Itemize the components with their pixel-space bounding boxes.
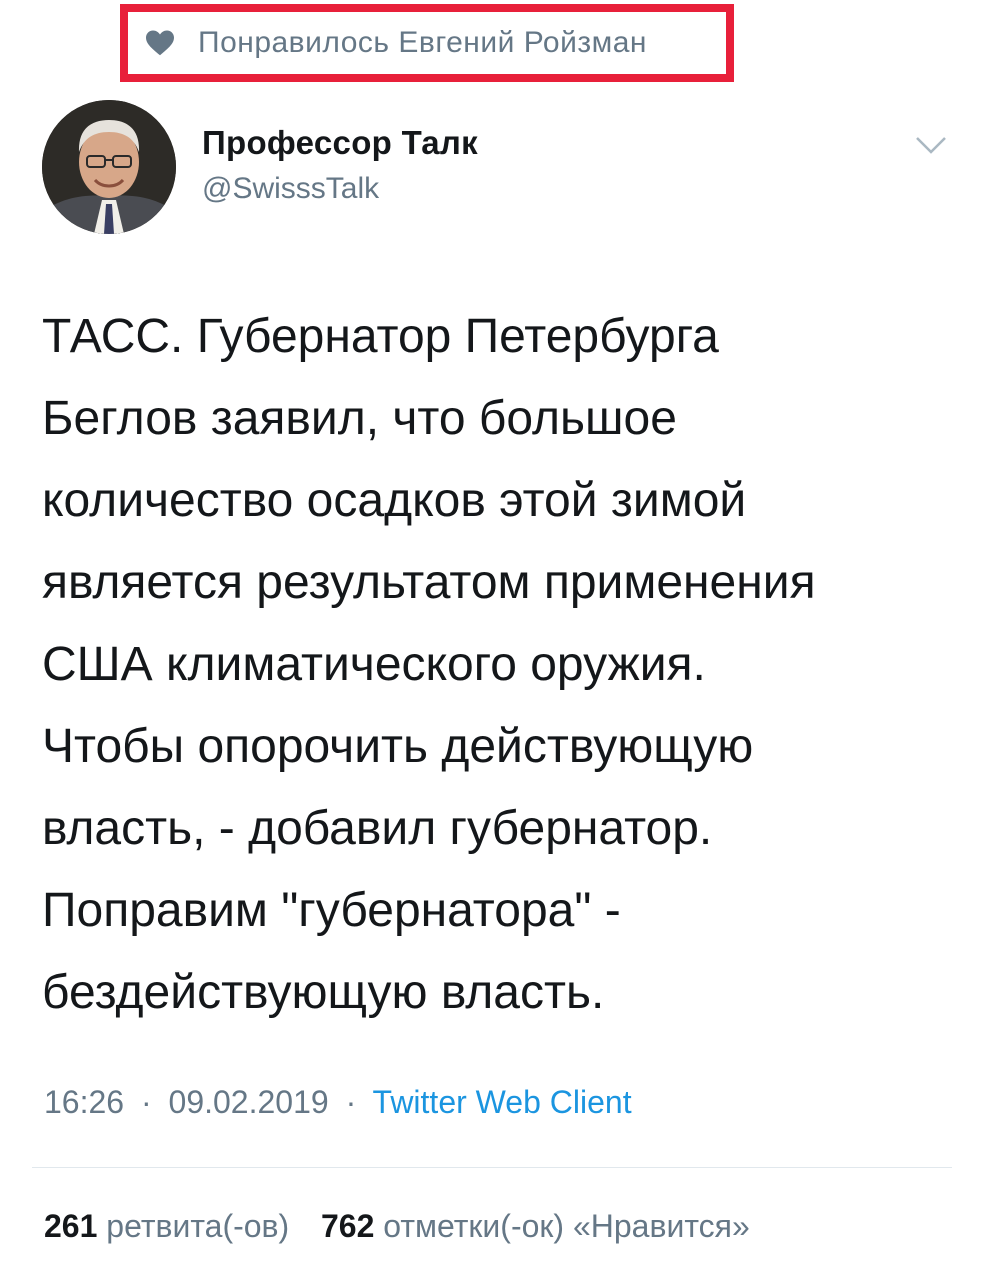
tweet-text: ТАСС. Губернатор Петербурга Беглов заяви… (42, 310, 816, 1019)
liked-by-banner[interactable]: Понравилось Евгений Ройзман (120, 4, 734, 82)
author-handle[interactable]: @SwisssTalk (202, 172, 379, 206)
tweet-stats: 261 ретвита(-ов) 762 отметки(-ок) «Нрави… (44, 1208, 750, 1245)
client-link[interactable]: Twitter Web Client (373, 1084, 632, 1120)
meta-separator: · (140, 1084, 152, 1120)
tweet-date: 09.02.2019 (168, 1084, 329, 1120)
retweets-count: 261 (44, 1208, 98, 1244)
retweets-stat[interactable]: 261 ретвита(-ов) (44, 1208, 298, 1244)
heart-icon (144, 27, 176, 59)
chevron-down-icon[interactable] (914, 134, 948, 156)
author-name[interactable]: Профессор Талк (202, 124, 478, 162)
retweets-label: ретвита(-ов) (106, 1208, 290, 1244)
tweet-time: 16:26 (44, 1084, 125, 1120)
liked-by-text: Понравилось Евгений Ройзман (198, 26, 647, 59)
avatar[interactable] (42, 100, 176, 234)
divider (32, 1167, 952, 1168)
tweet-meta: 16:26 · 09.02.2019 · Twitter Web Client (44, 1084, 632, 1121)
likes-label: отметки(-ок) «Нравится» (383, 1208, 750, 1244)
meta-separator: · (345, 1084, 357, 1120)
likes-stat[interactable]: 762 отметки(-ок) «Нравится» (321, 1208, 750, 1244)
likes-count: 762 (320, 1208, 375, 1244)
